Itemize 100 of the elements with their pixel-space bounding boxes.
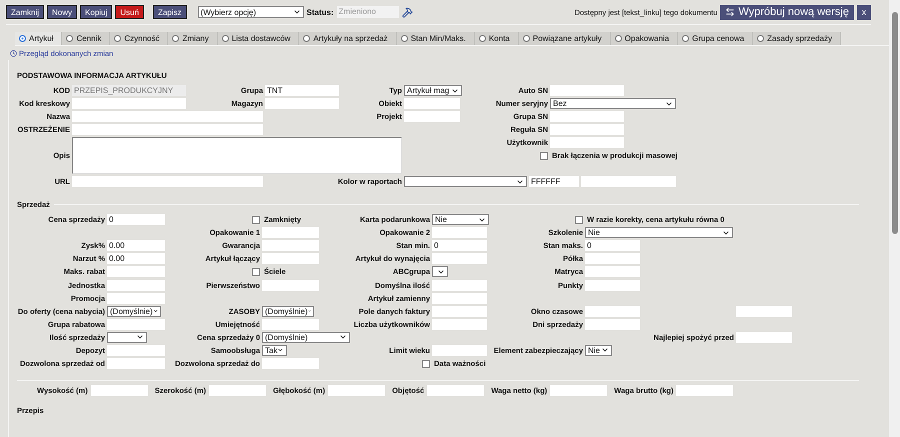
text-field[interactable] <box>550 85 624 96</box>
text-field[interactable] <box>209 385 266 396</box>
text-field[interactable] <box>107 318 165 330</box>
text-field[interactable]: 0.00 <box>107 253 165 264</box>
text-field[interactable]: FFFFFF <box>529 176 579 187</box>
text-field[interactable] <box>585 280 640 291</box>
caret-icon <box>136 333 144 342</box>
caret-icon <box>722 228 730 237</box>
text-field[interactable] <box>432 280 487 291</box>
checkbox[interactable] <box>575 216 583 224</box>
dropdown[interactable]: Bez <box>550 98 676 109</box>
checkbox[interactable] <box>252 268 260 276</box>
text-field[interactable] <box>72 124 263 135</box>
dropdown[interactable]: Nie <box>432 214 489 226</box>
text-field[interactable]: 0 <box>107 214 165 226</box>
try-new-version-button[interactable]: Wypróbuj nową wersję <box>720 4 854 20</box>
tab[interactable]: Lista dostawców <box>218 32 300 45</box>
text-field[interactable]: 0 <box>585 240 640 252</box>
tab[interactable]: Artykuł <box>15 32 62 45</box>
toolbar-button[interactable]: Nowy <box>47 5 78 19</box>
hammer-icon[interactable] <box>402 6 413 18</box>
tab[interactable]: Artykuły na sprzedaż <box>299 32 397 45</box>
text-field[interactable] <box>107 292 165 304</box>
caret-icon <box>292 8 301 16</box>
text-field[interactable] <box>432 318 487 330</box>
tab[interactable]: Czynność <box>110 32 168 45</box>
toolbar-button[interactable]: Usuń <box>115 5 144 19</box>
text-field[interactable] <box>550 111 624 122</box>
text-field[interactable] <box>262 358 319 370</box>
dropdown[interactable]: (Domyślnie) <box>107 306 161 317</box>
tab[interactable]: Powiązane artykuły <box>518 32 611 45</box>
text-field[interactable] <box>427 385 484 396</box>
text-field[interactable] <box>262 253 319 264</box>
text-field[interactable] <box>262 240 319 252</box>
toolbar-button[interactable]: Zapisz <box>152 5 187 19</box>
text-field[interactable] <box>585 253 640 264</box>
text-field[interactable] <box>585 306 640 317</box>
text-field[interactable] <box>72 111 263 122</box>
text-field[interactable]: PRZEPIS_PRODUKCYJNY <box>72 85 186 96</box>
text-field[interactable]: 0 <box>432 240 487 252</box>
dropdown[interactable]: Tak <box>262 344 287 356</box>
text-field[interactable] <box>107 358 165 370</box>
checkbox[interactable] <box>422 360 430 368</box>
text-field[interactable] <box>585 266 640 278</box>
dropdown[interactable]: Nie <box>585 227 733 238</box>
text-field[interactable]: TNT <box>265 85 339 96</box>
text-field[interactable] <box>550 137 624 148</box>
dropdown[interactable]: Artykuł mag <box>404 85 462 96</box>
text-field[interactable] <box>328 385 386 396</box>
text-field[interactable] <box>676 385 734 396</box>
text-field[interactable] <box>432 227 487 238</box>
dropdown[interactable] <box>404 176 527 187</box>
caret-icon <box>339 333 347 342</box>
text-field[interactable] <box>107 280 165 291</box>
text-area[interactable] <box>72 137 402 174</box>
close-button[interactable]: x <box>857 4 871 20</box>
text-field[interactable] <box>736 306 792 317</box>
text-field[interactable] <box>432 344 487 356</box>
text-field[interactable] <box>550 385 608 396</box>
text-field[interactable] <box>736 332 792 343</box>
tab[interactable]: Cennik <box>62 32 110 45</box>
text-field[interactable] <box>90 385 148 396</box>
text-field[interactable] <box>585 318 640 330</box>
tab[interactable]: Opakowania <box>610 32 678 45</box>
dropdown[interactable]: (Domyślnie) <box>262 332 350 343</box>
dropdown[interactable] <box>432 266 448 278</box>
tab[interactable]: Zmiany <box>168 32 218 45</box>
text-field[interactable] <box>107 266 165 278</box>
dropdown[interactable] <box>107 332 147 343</box>
text-field[interactable] <box>550 124 624 135</box>
toolbar-button[interactable]: Kopiuj <box>80 5 112 19</box>
text-field[interactable] <box>404 98 460 109</box>
caret-icon <box>451 86 459 94</box>
tab[interactable]: Zasady sprzedaży <box>753 32 842 45</box>
text-field[interactable] <box>432 306 487 317</box>
scrollbar[interactable] <box>889 0 900 437</box>
dropdown[interactable]: Nie <box>585 344 612 356</box>
tab[interactable]: Grupa cenowa <box>678 32 754 45</box>
dropdown[interactable]: (Domyślnie) <box>262 306 314 317</box>
tab[interactable]: Stan Min/Maks. <box>396 32 475 45</box>
text-field[interactable] <box>581 176 676 187</box>
checkbox[interactable] <box>252 216 260 224</box>
text-field[interactable] <box>432 292 487 304</box>
text-field[interactable] <box>72 176 263 187</box>
text-field[interactable] <box>432 253 487 264</box>
text-field[interactable] <box>262 280 319 291</box>
text-field[interactable] <box>404 111 460 122</box>
checkbox[interactable] <box>540 152 548 160</box>
text-field[interactable] <box>262 318 319 330</box>
text-field[interactable]: 0.00 <box>107 240 165 252</box>
text-field[interactable] <box>72 98 186 109</box>
caret-icon <box>478 216 486 224</box>
text-field[interactable] <box>265 98 339 109</box>
action-dropdown[interactable]: (Wybierz opcję) <box>198 6 304 18</box>
tab[interactable]: Konta <box>474 32 519 45</box>
caret-icon <box>601 346 609 354</box>
text-field[interactable] <box>262 227 319 238</box>
text-field[interactable] <box>107 344 165 356</box>
status-label: Status: <box>306 8 334 16</box>
toolbar-button[interactable]: Zamknij <box>6 5 44 19</box>
